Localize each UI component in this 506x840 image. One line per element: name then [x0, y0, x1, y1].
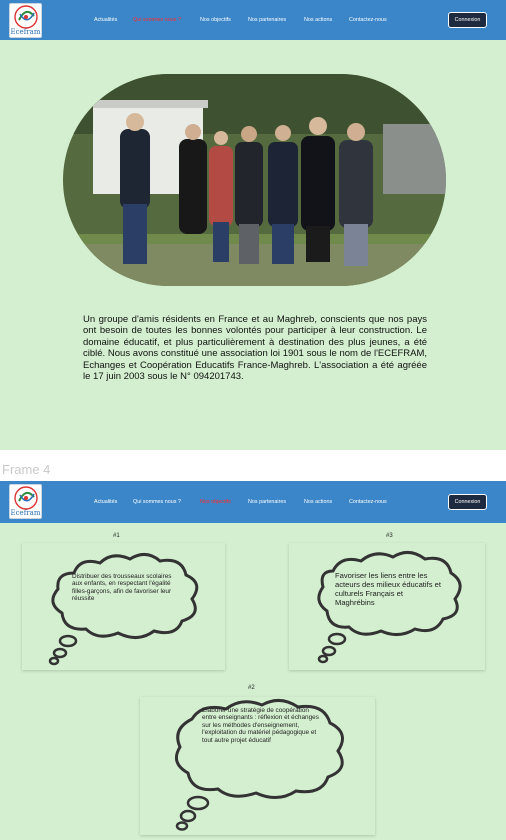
nav-menu: Actualités Qui sommes nous ? Nos objecti… — [0, 0, 506, 40]
frame-label: Frame 4 — [2, 462, 51, 477]
nav-menu: Actualités Qui sommes nous ? Nos objecti… — [0, 481, 506, 523]
nav-item-nos-partenaires[interactable]: Nos partenaires — [248, 17, 286, 23]
nav-item-nos-partenaires[interactable]: Nos partenaires — [248, 499, 286, 505]
nav-item-qui-sommes-nous[interactable]: Qui sommes nous ? — [133, 17, 181, 23]
objective-card-2: Elaborer une stratégie de coopération en… — [140, 697, 375, 835]
group-photo — [63, 74, 446, 286]
nav-item-contactez-nous[interactable]: Contactez-nous — [349, 17, 387, 23]
nav-item-nos-actions[interactable]: Nos actions — [304, 499, 332, 505]
objective-text-1: Distribuer des trousseaux scolaires aux … — [72, 573, 172, 603]
objective-number-2: #2 — [248, 685, 255, 691]
objective-card-3: Favoriser les liens entre les acteurs de… — [289, 543, 485, 670]
login-button[interactable]: Connexion — [448, 12, 487, 28]
objective-number-1: #1 — [113, 533, 120, 539]
thought-cloud-icon — [48, 553, 199, 666]
objective-number-3: #3 — [386, 533, 393, 539]
about-frame: Ecefram Actualités Qui sommes nous ? Nos… — [0, 0, 506, 450]
nav-item-actualites[interactable]: Actualités — [94, 17, 117, 23]
objective-text-2: Elaborer une stratégie de coopération en… — [202, 707, 319, 744]
nav-item-nos-objectifs[interactable]: Nos objectifs — [200, 17, 231, 23]
about-paragraph: Un groupe d'amis résidents en France et … — [83, 314, 427, 383]
objective-card-1: Distribuer des trousseaux scolaires aux … — [22, 543, 225, 670]
navbar: Ecefram Actualités Qui sommes nous ? Nos… — [0, 0, 506, 40]
nav-item-actualites[interactable]: Actualités — [94, 499, 117, 505]
objective-text-3: Favoriser les liens entre les acteurs de… — [335, 571, 441, 607]
login-button[interactable]: Connexion — [448, 494, 487, 510]
nav-item-nos-actions[interactable]: Nos actions — [304, 17, 332, 23]
objectives-frame: Ecefram Actualités Qui sommes nous ? Nos… — [0, 481, 506, 840]
nav-item-contactez-nous[interactable]: Contactez-nous — [349, 499, 387, 505]
navbar: Ecefram Actualités Qui sommes nous ? Nos… — [0, 481, 506, 523]
nav-item-nos-objectifs[interactable]: Nos objectifs — [200, 499, 231, 505]
nav-item-qui-sommes-nous[interactable]: Qui sommes nous ? — [133, 499, 181, 505]
